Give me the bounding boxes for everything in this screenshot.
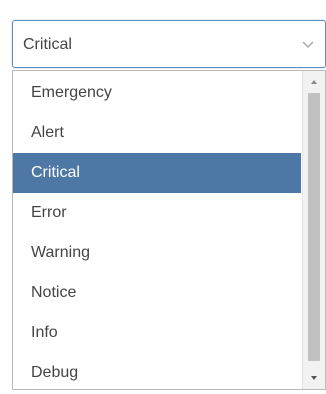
- vertical-scrollbar[interactable]: [302, 71, 325, 389]
- options-list: Emergency Alert Critical Error Warning N…: [13, 73, 301, 389]
- select-current-value: Critical: [23, 36, 72, 53]
- option-critical[interactable]: Critical: [13, 153, 301, 193]
- arrow-up-icon: [311, 80, 317, 84]
- severity-select[interactable]: Critical: [12, 20, 326, 68]
- option-emergency[interactable]: Emergency: [13, 73, 301, 113]
- severity-options-list[interactable]: Emergency Alert Critical Error Warning N…: [12, 70, 326, 390]
- scroll-thumb[interactable]: [308, 93, 320, 361]
- chevron-down-icon: [302, 41, 314, 48]
- arrow-down-icon: [311, 376, 317, 380]
- option-notice[interactable]: Notice: [13, 273, 301, 313]
- scroll-down-button[interactable]: [303, 369, 325, 387]
- dropdown-widget: Critical Emergency Alert Critical Error …: [0, 0, 326, 394]
- scroll-up-button[interactable]: [303, 73, 325, 91]
- option-warning[interactable]: Warning: [13, 233, 301, 273]
- option-info[interactable]: Info: [13, 313, 301, 353]
- option-alert[interactable]: Alert: [13, 113, 301, 153]
- option-error[interactable]: Error: [13, 193, 301, 233]
- option-debug[interactable]: Debug: [13, 353, 301, 389]
